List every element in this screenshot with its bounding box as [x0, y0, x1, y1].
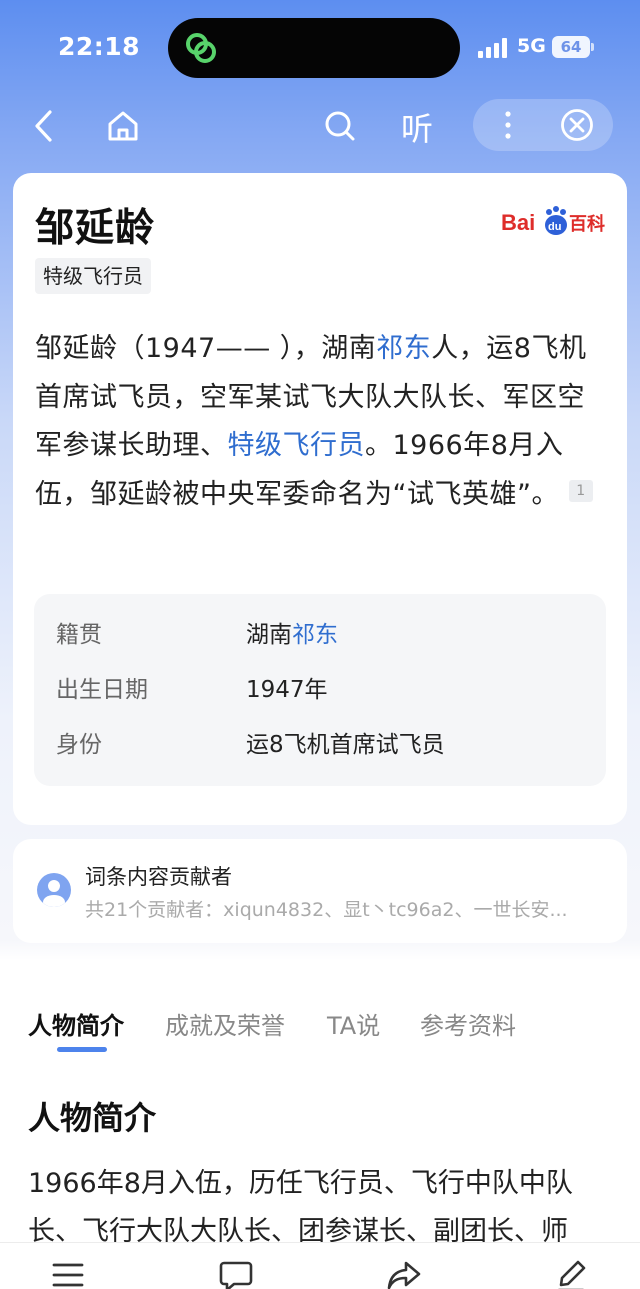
search-icon: [325, 111, 355, 141]
battery-icon: 64: [552, 36, 590, 58]
summary-text: 邹延龄（1947—— ），湖南: [35, 333, 377, 364]
signal-icon: [478, 38, 507, 58]
info-box: 籍贯 湖南祁东 出生日期 1947年 身份 运8飞机首席试飞员: [34, 594, 606, 786]
user-icon: [43, 880, 65, 907]
home-icon: [108, 111, 138, 141]
avatar: [37, 873, 71, 907]
status-time: 22:18: [58, 32, 141, 61]
edit-icon[interactable]: [553, 1257, 589, 1289]
tab-ta-says[interactable]: TA说: [327, 1006, 380, 1041]
tab-profile[interactable]: 人物简介: [28, 1006, 124, 1041]
baidu-baike-logo: Bai du 百科: [501, 206, 605, 235]
info-row: 身份 运8飞机首席试飞员: [56, 725, 596, 765]
section-tabs: 人物简介 成就及荣誉 TA说 参考资料: [0, 1000, 640, 1060]
reference-mark[interactable]: 1: [568, 479, 593, 502]
capsule-menu: [473, 99, 613, 151]
close-icon[interactable]: [560, 108, 594, 142]
svg-text:du: du: [548, 221, 561, 233]
listen-button[interactable]: 听: [401, 104, 433, 150]
battery-tip: [591, 43, 594, 51]
section-title: 人物简介: [28, 1099, 157, 1137]
info-value-text: 湖南: [246, 622, 292, 648]
info-row: 籍贯 湖南祁东: [56, 615, 596, 655]
home-button[interactable]: [103, 106, 143, 146]
back-button[interactable]: [24, 106, 64, 146]
info-value-link[interactable]: 祁东: [292, 622, 338, 648]
top-nav: 听: [0, 96, 640, 158]
info-key: 身份: [56, 732, 102, 758]
summary-link-special-pilot[interactable]: 特级飞行员: [228, 430, 366, 461]
body-line: 1966年8月入伍，历任飞行员、飞行中队中队: [28, 1168, 573, 1199]
svg-text:百科: 百科: [569, 213, 605, 235]
page-title: 邹延龄: [35, 206, 156, 251]
info-key: 出生日期: [56, 677, 148, 703]
link-icon: [186, 33, 216, 63]
bottom-toolbar: [0, 1242, 640, 1289]
info-key: 籍贯: [56, 622, 102, 648]
search-button[interactable]: [320, 106, 360, 146]
info-value: 1947年: [246, 677, 328, 703]
comment-icon[interactable]: [218, 1257, 254, 1289]
menu-icon[interactable]: [50, 1257, 86, 1289]
info-row: 出生日期 1947年: [56, 670, 596, 710]
article-card: 邹延龄 Bai du 百科 特级飞行员 邹延龄（1947—— ），湖南祁东人，运…: [13, 173, 627, 825]
contributors-card[interactable]: 词条内容贡献者 共21个贡献者：xiqun4832、显t丶tc96a2、一世长安…: [13, 839, 627, 943]
chevron-left-icon: [35, 110, 52, 142]
contributors-title: 词条内容贡献者: [85, 865, 232, 889]
summary-paragraph: 邹延龄（1947—— ），湖南祁东人，运8飞机首席试飞员，空军某试飞大队大队长、…: [35, 325, 609, 519]
tab-indicator: [57, 1047, 107, 1052]
summary-link-qidong[interactable]: 祁东: [376, 333, 431, 364]
contributors-list: 共21个贡献者：xiqun4832、显t丶tc96a2、一世长安...: [85, 899, 568, 921]
tab-achievements[interactable]: 成就及荣誉: [165, 1006, 285, 1041]
dynamic-island: [168, 18, 460, 78]
more-icon[interactable]: [503, 109, 513, 141]
network-label: 5G: [517, 35, 546, 57]
info-value: 湖南祁东: [246, 615, 338, 655]
info-value: 运8飞机首席试飞员: [246, 732, 445, 758]
svg-text:Bai: Bai: [501, 210, 535, 235]
share-icon[interactable]: [386, 1257, 422, 1289]
title-tag[interactable]: 特级飞行员: [35, 258, 151, 294]
status-bar: 22:18 5G 64: [0, 0, 640, 96]
tab-references[interactable]: 参考资料: [420, 1006, 516, 1041]
